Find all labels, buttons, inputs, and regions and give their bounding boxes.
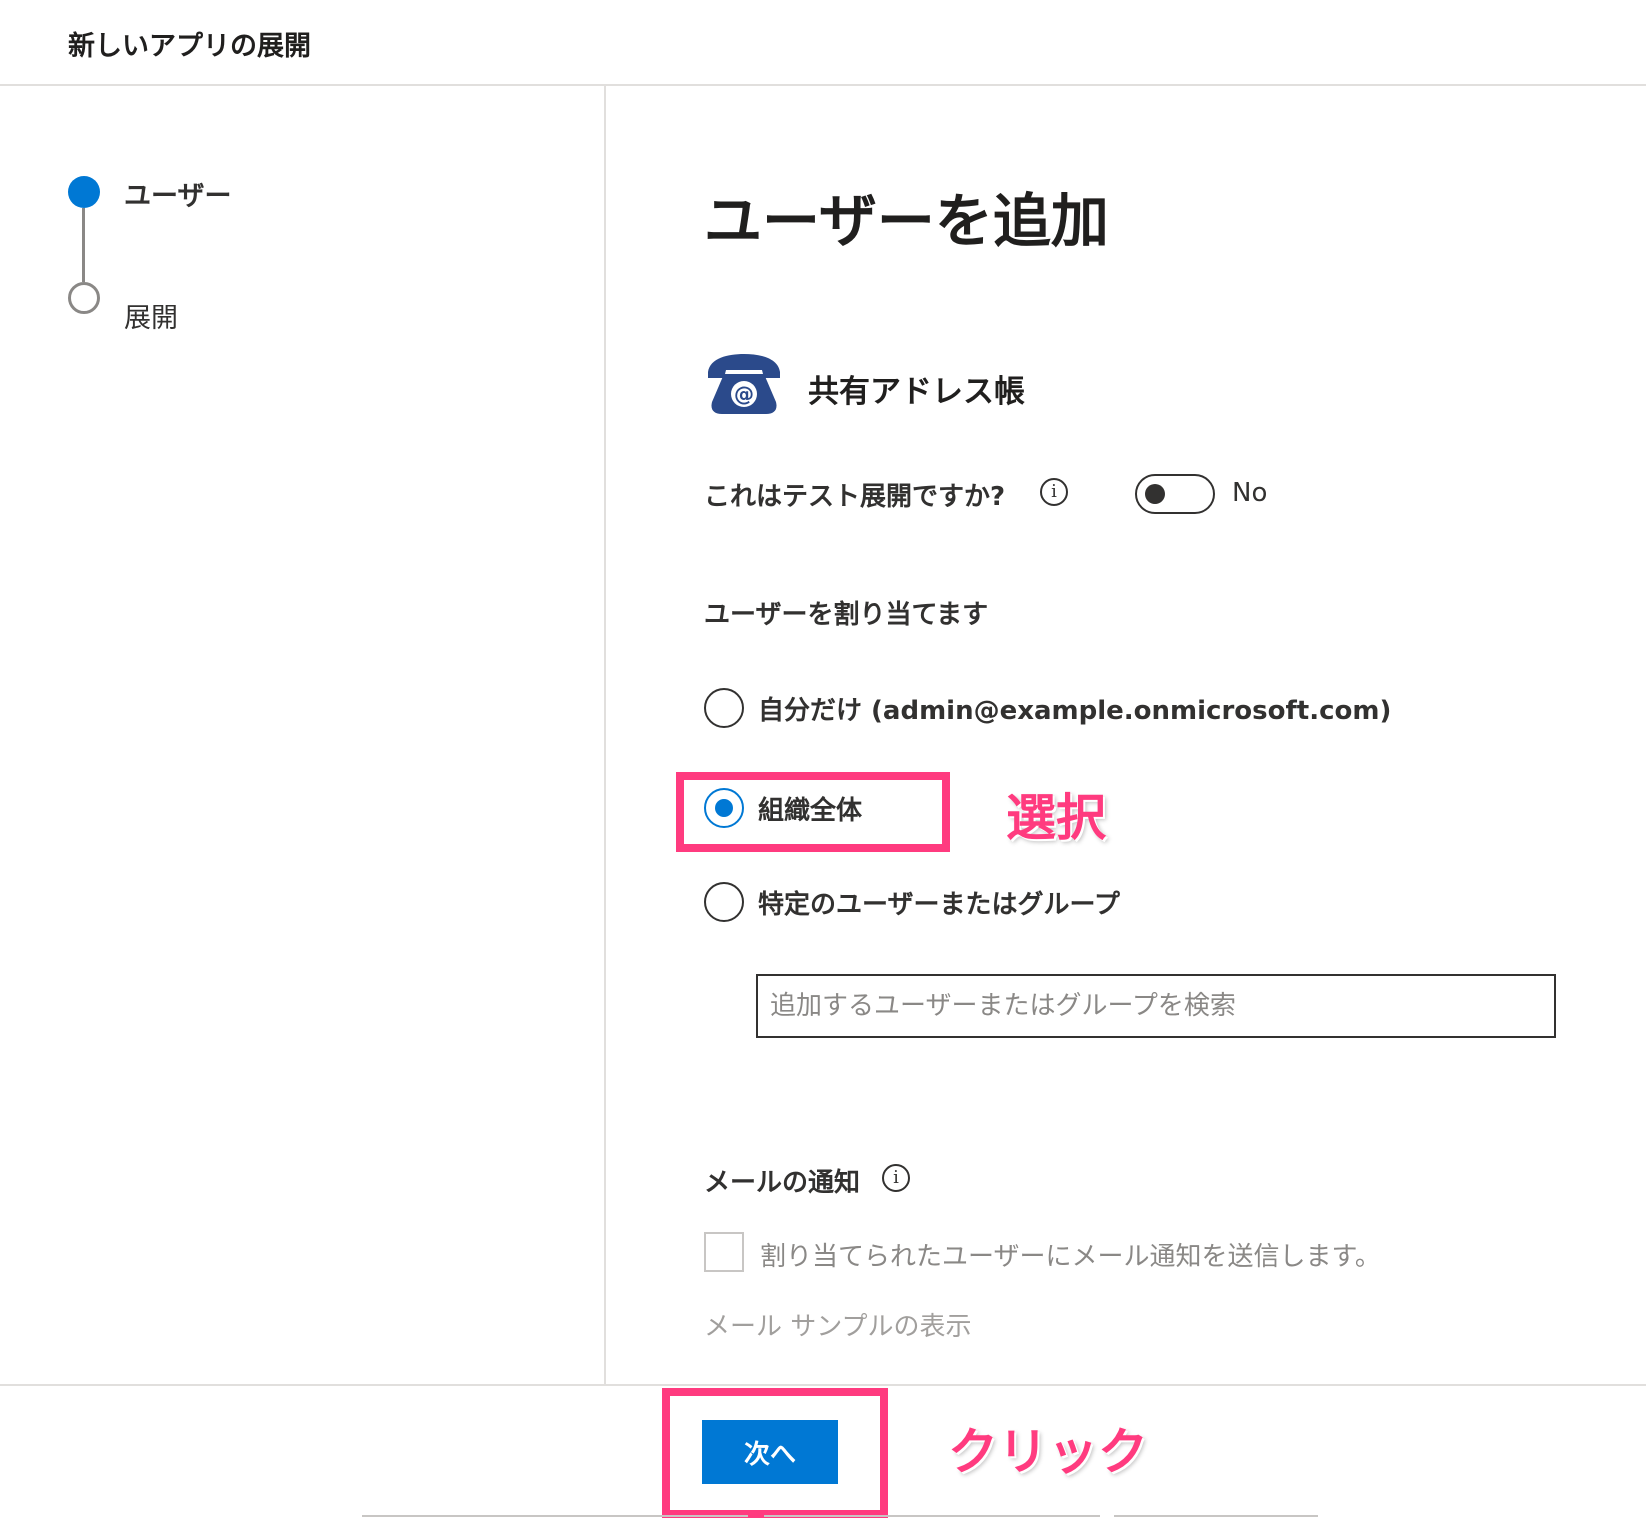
step-deploy-label: 展開 [124,303,178,334]
email-notification-label: メールの通知 [704,1168,861,1198]
info-icon[interactable]: i [1040,478,1068,506]
app-name: 共有アドレス帳 [808,374,1025,410]
svg-text:@: @ [734,382,754,406]
page-title: ユーザーを追加 [704,187,1109,255]
toggle-knob [1145,484,1165,504]
email-sample-link[interactable]: メール サンプルの表示 [704,1306,972,1343]
radio-specific-users-label[interactable]: 特定のユーザーまたはグループ [758,884,1120,921]
main-content: ユーザーを追加 @ 共有アドレス帳 これはテスト展開ですか? i No ユーザー… [608,86,1646,1384]
step-connector-line [82,208,85,282]
radio-selected-dot [715,799,733,817]
step-deploy-indicator [68,282,100,314]
test-deployment-toggle[interactable] [1135,474,1215,514]
bottom-strip [362,1515,748,1526]
radio-specific-users[interactable] [704,882,744,922]
bottom-strip [764,1515,1100,1526]
panel-header: 新しいアプリの展開 [0,0,1646,86]
test-deployment-value: No [1232,478,1268,508]
click-annotation: クリック [948,1423,1148,1481]
wizard-steps: ユーザー 展開 [0,86,606,1384]
radio-entire-org-label[interactable]: 組織全体 [758,790,862,827]
step-users-label: ユーザー [124,181,232,212]
step-users-indicator [68,176,100,208]
next-button[interactable]: 次へ [702,1420,838,1484]
email-notify-checkbox-label[interactable]: 割り当てられたユーザーにメール通知を送信します。 [760,1236,1381,1273]
radio-only-me-label[interactable]: 自分だけ (admin@example.onmicrosoft.com) [758,690,1391,727]
search-users-input[interactable] [756,974,1556,1038]
assign-users-label: ユーザーを割り当てます [704,600,989,630]
telephone-at-icon: @ [708,354,780,414]
email-notify-checkbox[interactable] [704,1232,744,1272]
test-deployment-label: これはテスト展開ですか? [704,482,1006,512]
bottom-strip [1114,1515,1318,1526]
radio-entire-org[interactable] [704,788,744,828]
panel-title: 新しいアプリの展開 [68,31,311,62]
select-annotation: 選択 [1006,789,1106,847]
radio-only-me[interactable] [704,688,744,728]
email-info-icon[interactable]: i [882,1164,910,1192]
